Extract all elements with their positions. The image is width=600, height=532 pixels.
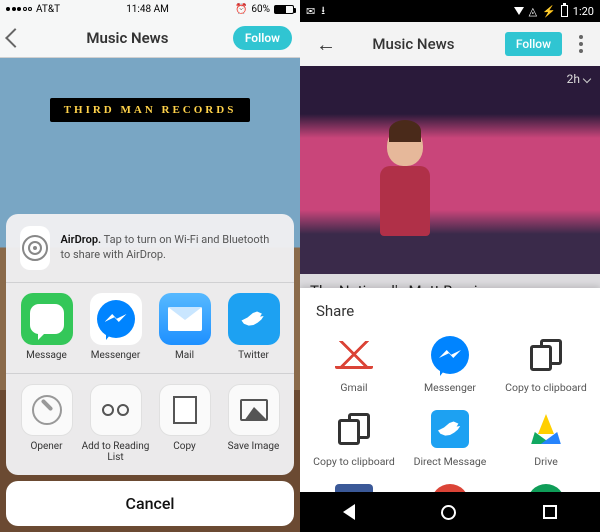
twitter-icon bbox=[429, 408, 471, 450]
article-card[interactable]: 2h The National's Matt Berninger: bbox=[300, 66, 600, 306]
android-soft-keys bbox=[300, 492, 600, 532]
article-image bbox=[370, 126, 440, 256]
ios-nav-bar: Music News Follow bbox=[0, 18, 300, 58]
drive-icon bbox=[525, 408, 567, 450]
share-app-mail[interactable]: Mail bbox=[150, 293, 219, 361]
ios-share-sheet: AirDrop. Tap to turn on Wi-Fi and Blueto… bbox=[6, 214, 294, 526]
android-status-bar: ✉ ⭳ ◬ ⚡ 1:20 bbox=[300, 0, 600, 22]
android-share-sheet: Share Gmail Messenger Copy to clipboard … bbox=[300, 288, 600, 492]
twitter-icon bbox=[228, 293, 280, 345]
carrier-label: AT&T bbox=[36, 4, 60, 15]
mail-icon bbox=[159, 293, 211, 345]
message-icon bbox=[21, 293, 73, 345]
airdrop-icon bbox=[20, 226, 50, 270]
overflow-menu-icon[interactable] bbox=[572, 35, 590, 53]
page-title: Music News bbox=[326, 35, 501, 53]
charging-icon: ⚡ bbox=[542, 5, 556, 18]
share-title: Share bbox=[300, 288, 600, 330]
ios-status-bar: AT&T 11:48 AM ⏰ 60% bbox=[0, 0, 300, 18]
save-image-icon bbox=[228, 384, 280, 436]
cancel-button[interactable]: Cancel bbox=[6, 481, 294, 526]
reading-list-icon bbox=[90, 384, 142, 436]
ios-device: AT&T 11:48 AM ⏰ 60% Music News Follow TH… bbox=[0, 0, 300, 532]
article-age: 2h bbox=[567, 72, 590, 86]
action-reading-list[interactable]: Add to Reading List bbox=[81, 384, 150, 463]
softkey-home-icon[interactable] bbox=[441, 505, 456, 520]
messenger-icon bbox=[90, 293, 142, 345]
share-copy-clipboard[interactable]: Copy to clipboard bbox=[498, 330, 594, 398]
opener-icon bbox=[21, 384, 73, 436]
messenger-icon bbox=[429, 334, 471, 376]
gmail-icon bbox=[333, 334, 375, 376]
clock-label: 11:48 AM bbox=[126, 4, 169, 15]
download-status-icon: ⭳ bbox=[321, 2, 325, 21]
storefront-sign: THIRD MAN RECORDS bbox=[50, 98, 251, 122]
no-sim-icon: ◬ bbox=[529, 5, 537, 18]
back-chevron-icon[interactable] bbox=[5, 28, 25, 48]
gmail-status-icon: ✉ bbox=[306, 5, 315, 18]
share-app-message[interactable]: Message bbox=[12, 293, 81, 361]
share-messenger[interactable]: Messenger bbox=[402, 330, 498, 398]
share-gmail[interactable]: Gmail bbox=[306, 330, 402, 398]
airdrop-text: AirDrop. Tap to turn on Wi-Fi and Blueto… bbox=[60, 233, 280, 263]
page-title: Music News bbox=[86, 29, 168, 47]
clipboard-icon bbox=[525, 334, 567, 376]
share-drive[interactable]: Drive bbox=[498, 404, 594, 472]
battery-icon bbox=[274, 5, 294, 14]
share-actions-row[interactable]: Opener Add to Reading List Copy Save Ima… bbox=[6, 374, 294, 475]
clock-label: 1:20 bbox=[573, 5, 594, 18]
share-apps-row[interactable]: Message Messenger Mail Twitter bbox=[6, 283, 294, 374]
android-nav-bar: ← Music News Follow bbox=[300, 22, 600, 66]
wifi-icon bbox=[514, 7, 524, 15]
chevron-down-icon bbox=[583, 75, 591, 83]
share-app-twitter[interactable]: Twitter bbox=[219, 293, 288, 361]
action-save-image[interactable]: Save Image bbox=[219, 384, 288, 463]
softkey-recents-icon[interactable] bbox=[543, 505, 557, 519]
follow-button[interactable]: Follow bbox=[233, 26, 292, 50]
android-device: ✉ ⭳ ◬ ⚡ 1:20 ← Music News Follow 2h bbox=[300, 0, 600, 532]
signal-dots-icon bbox=[6, 7, 32, 11]
copy-icon bbox=[159, 384, 211, 436]
airdrop-row[interactable]: AirDrop. Tap to turn on Wi-Fi and Blueto… bbox=[6, 214, 294, 283]
battery-pct-label: 60% bbox=[251, 4, 270, 15]
share-direct-message[interactable]: Direct Message bbox=[402, 404, 498, 472]
alarm-icon: ⏰ bbox=[235, 4, 247, 15]
follow-button[interactable]: Follow bbox=[505, 32, 562, 56]
action-opener[interactable]: Opener bbox=[12, 384, 81, 463]
action-copy[interactable]: Copy bbox=[150, 384, 219, 463]
share-app-messenger[interactable]: Messenger bbox=[81, 293, 150, 361]
softkey-back-icon[interactable] bbox=[343, 504, 355, 520]
clipboard-icon bbox=[333, 408, 375, 450]
battery-icon bbox=[561, 5, 568, 17]
share-copy-clipboard-2[interactable]: Copy to clipboard bbox=[306, 404, 402, 472]
